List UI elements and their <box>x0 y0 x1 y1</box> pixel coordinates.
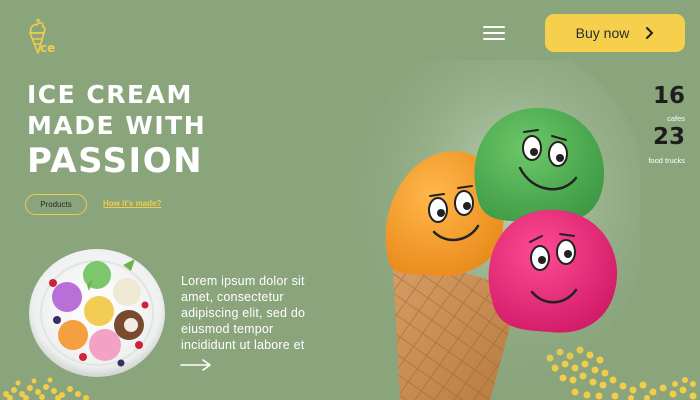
hero-title: ICE CREAM MADE WITH PASSION <box>27 82 206 178</box>
hamburger-menu-icon[interactable] <box>483 24 505 42</box>
ice-cream-cone-image <box>350 60 640 400</box>
stat-cafes-value: 16 <box>652 83 685 109</box>
products-button[interactable]: Products <box>25 194 87 215</box>
buy-now-label: Buy now <box>575 25 630 41</box>
description-text: Lorem ipsum dolor sit amet, consectetur … <box>181 274 306 352</box>
stat-food-trucks-label: food trucks <box>648 156 685 165</box>
arrow-right-icon[interactable] <box>180 358 212 372</box>
buy-now-button[interactable]: Buy now <box>545 14 685 52</box>
how-its-made-link[interactable]: How it's made? <box>103 199 161 208</box>
hero-title-line-2: MADE WITH <box>27 111 207 140</box>
ice-cream-plate-image <box>29 249 165 377</box>
landing-page: ce Buy now ICE CREAM MADE WITH PASSION P… <box>0 0 700 400</box>
chevron-right-icon <box>646 27 654 39</box>
stat-cafes-label: cafes <box>667 114 685 123</box>
stat-food-trucks-value: 23 <box>652 124 685 150</box>
hero-title-line-3: PASSION <box>27 141 204 181</box>
logo-text: ce <box>40 41 56 55</box>
hero-title-line-1: ICE CREAM <box>27 80 193 109</box>
